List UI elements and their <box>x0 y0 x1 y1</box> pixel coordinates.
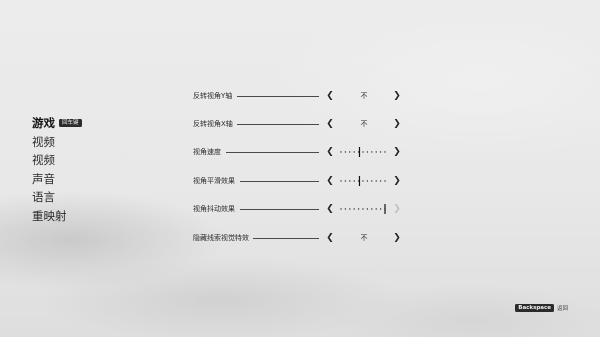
slider-dot <box>366 208 369 210</box>
left-arrow-icon[interactable]: ❮ <box>325 145 335 159</box>
menu-item-language[interactable]: 语言 <box>32 188 82 207</box>
slider-dot <box>344 180 347 182</box>
setting-label: 视角抖动效果 <box>193 205 235 213</box>
slider-track <box>340 147 386 157</box>
slider-dot <box>353 180 355 182</box>
slider-dot <box>366 180 369 182</box>
setting-value: 不 <box>360 92 368 100</box>
slider-thumb <box>358 147 361 157</box>
menu-item-label: 游戏 <box>32 116 55 130</box>
setting-camera-shake: 视角抖动效果 ❮ ❯ <box>193 202 403 216</box>
backspace-key-badge[interactable]: Backspace <box>515 304 554 312</box>
menu-item-label: 视频 <box>32 134 55 149</box>
side-menu: 游戏 回车键 视频 视频 声音 语言 重映射 <box>32 114 82 225</box>
back-label: 返回 <box>556 306 568 312</box>
slider-dot <box>340 208 342 210</box>
slider-dot <box>366 151 369 153</box>
right-arrow-icon[interactable]: ❯ <box>392 145 402 159</box>
setting-divider <box>240 209 319 210</box>
slider-dot <box>349 151 351 153</box>
left-arrow-icon[interactable]: ❮ <box>325 117 335 131</box>
menu-item-audio[interactable]: 声音 <box>32 170 82 189</box>
menu-item-label: 视频 <box>32 153 55 167</box>
menu-item-game[interactable]: 游戏 回车键 <box>32 114 82 133</box>
right-arrow-icon[interactable]: ❯ <box>392 117 402 131</box>
slider-dot <box>362 180 364 182</box>
slider-dot <box>375 180 377 182</box>
slider-track <box>340 176 386 186</box>
right-arrow-icon[interactable]: ❯ <box>392 202 402 216</box>
left-arrow-icon[interactable]: ❮ <box>325 174 335 188</box>
left-arrow-icon[interactable]: ❮ <box>325 202 335 216</box>
setting-value: 不 <box>360 120 368 128</box>
right-arrow-icon[interactable]: ❯ <box>392 231 402 245</box>
back-hint: Backspace 返回 <box>515 304 568 312</box>
menu-item-label: 语言 <box>32 190 55 204</box>
setting-label: 视角平滑效果 <box>193 177 235 185</box>
slider-dot <box>384 180 386 182</box>
setting-divider <box>237 96 319 97</box>
setting-invert-x: 反转视角X轴 ❮ 不 ❯ <box>193 117 403 131</box>
setting-hide-clue-vfx: 隐藏线索视觉特效 ❮ 不 ❯ <box>193 231 403 245</box>
slider-dot <box>379 208 382 210</box>
slider-dot <box>379 151 382 153</box>
right-arrow-icon[interactable]: ❯ <box>392 174 402 188</box>
setting-camera-smoothing: 视角平滑效果 ❮ ❯ <box>193 174 403 188</box>
setting-value: 不 <box>360 234 368 242</box>
setting-label: 视角速度 <box>193 148 221 156</box>
left-arrow-icon[interactable]: ❮ <box>325 231 335 245</box>
slider-dot <box>353 208 355 210</box>
setting-invert-y: 反转视角Y轴 ❮ 不 ❯ <box>193 89 403 103</box>
camera-speed-slider[interactable] <box>339 147 387 157</box>
slider-dot <box>362 208 364 210</box>
slider-dot <box>340 151 342 153</box>
menu-item-remap[interactable]: 重映射 <box>32 207 82 226</box>
slider-dot <box>344 151 347 153</box>
slider-thumb <box>384 204 386 214</box>
slider-dot <box>371 151 373 153</box>
menu-item-video-2[interactable]: 视频 <box>32 151 82 170</box>
setting-label: 隐藏线索视觉特效 <box>193 234 249 242</box>
setting-divider <box>240 181 319 182</box>
slider-dot <box>379 180 382 182</box>
menu-item-label: 声音 <box>32 171 55 186</box>
setting-divider <box>226 152 319 153</box>
setting-divider <box>237 124 319 125</box>
setting-divider <box>253 238 319 239</box>
slider-dot <box>344 208 347 210</box>
slider-dot <box>349 208 351 210</box>
slider-dot <box>340 180 342 182</box>
slider-dot <box>349 180 351 182</box>
slider-dot <box>375 151 377 153</box>
slider-dot <box>362 151 364 153</box>
slider-dot <box>384 151 386 153</box>
slider-dot <box>375 208 377 210</box>
setting-label: 反转视角Y轴 <box>193 92 233 100</box>
camera-shake-slider[interactable] <box>339 204 387 214</box>
menu-item-video[interactable]: 视频 <box>32 133 82 152</box>
slider-track <box>340 204 386 214</box>
left-arrow-icon[interactable]: ❮ <box>325 89 335 103</box>
right-arrow-icon[interactable]: ❯ <box>392 89 402 103</box>
slider-dot <box>371 180 373 182</box>
slider-dot <box>353 151 355 153</box>
setting-camera-speed: 视角速度 ❮ ❯ <box>193 145 403 159</box>
slider-dot <box>371 208 373 210</box>
menu-item-label: 重映射 <box>32 208 67 223</box>
setting-label: 反转视角X轴 <box>193 120 233 128</box>
slider-thumb <box>358 176 361 186</box>
camera-smoothing-slider[interactable] <box>339 176 387 186</box>
enter-key-badge: 回车键 <box>59 119 82 128</box>
slider-dot <box>357 208 360 210</box>
